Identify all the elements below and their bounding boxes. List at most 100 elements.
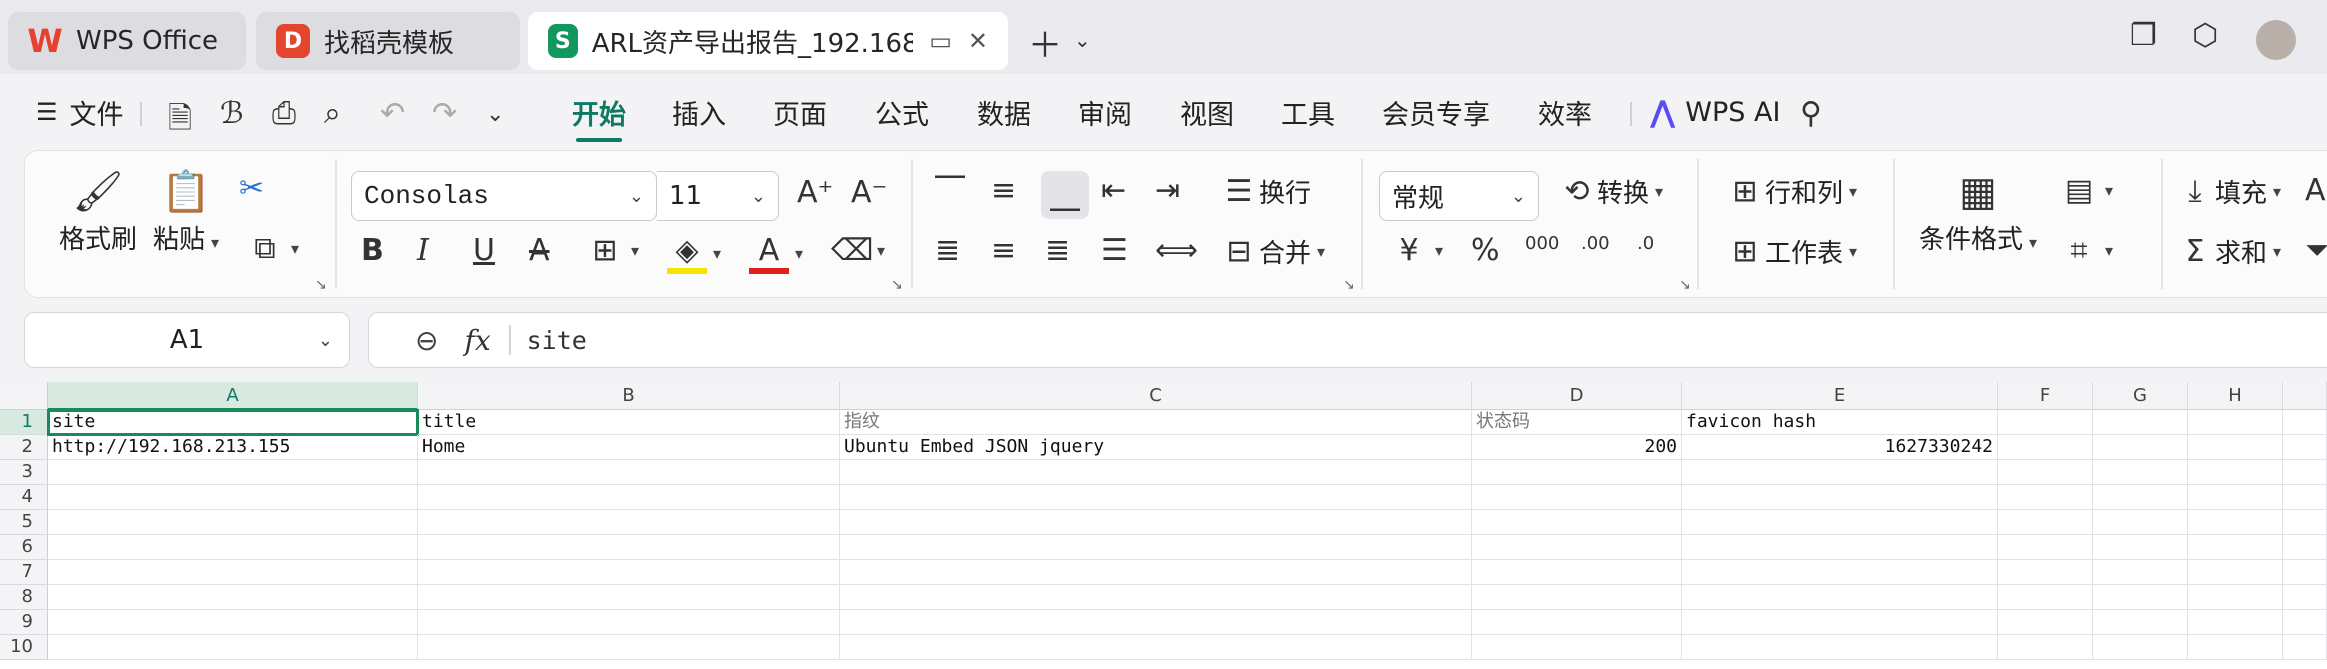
cell-c2[interactable]: Ubuntu Embed JSON jquery <box>840 435 1472 460</box>
tab-page[interactable]: 页面 <box>773 90 827 134</box>
sort-icon[interactable]: A <box>2305 173 2327 208</box>
empty-cell[interactable] <box>1682 585 1998 610</box>
zoom-formula-icon[interactable]: ⊖ <box>415 324 438 357</box>
avatar[interactable] <box>2256 20 2296 60</box>
empty-cell[interactable] <box>840 610 1472 635</box>
empty-cell[interactable] <box>48 585 418 610</box>
cell-style-button[interactable]: ▤ ▾ <box>2059 173 2113 208</box>
empty-cell[interactable] <box>48 560 418 585</box>
empty-cell[interactable] <box>2283 610 2327 635</box>
empty-cell[interactable] <box>1998 410 2093 435</box>
empty-cell[interactable] <box>1998 535 2093 560</box>
column-header-g[interactable]: G <box>2093 382 2188 410</box>
justify-icon[interactable]: ☰ <box>1101 233 1141 268</box>
column-header-e[interactable]: E <box>1682 382 1998 410</box>
new-tab-icon[interactable]: ＋ <box>1028 18 1062 67</box>
empty-cell[interactable] <box>840 510 1472 535</box>
font-name-select[interactable]: Consolas ⌄ <box>351 171 657 221</box>
decrease-decimal-icon[interactable]: .0 <box>1637 233 1677 254</box>
redo-icon[interactable]: ↷ <box>432 96 457 131</box>
strikethrough-icon[interactable]: A <box>529 233 569 268</box>
name-box[interactable]: A1 ⌄ <box>24 312 350 368</box>
percent-icon[interactable]: % <box>1471 233 1511 268</box>
cell-b1[interactable]: title <box>418 410 840 435</box>
empty-cell[interactable] <box>1998 610 2093 635</box>
cell-c1[interactable]: 指纹 <box>840 410 1472 435</box>
search-icon[interactable]: ⚲ <box>1800 96 1822 131</box>
empty-cell[interactable] <box>840 485 1472 510</box>
empty-cell[interactable] <box>1998 435 2093 460</box>
empty-cell[interactable] <box>1472 535 1682 560</box>
border-button[interactable]: ⊞ ▾ <box>585 233 639 268</box>
tab-efficiency[interactable]: 效率 <box>1538 90 1592 134</box>
cell-b2[interactable]: Home <box>418 435 840 460</box>
row-header-8[interactable]: 8 <box>0 585 48 610</box>
column-header-f[interactable]: F <box>1998 382 2093 410</box>
bold-icon[interactable]: B <box>361 233 401 268</box>
format-painter-button[interactable]: 🖌 格式刷 <box>59 165 137 256</box>
tab-insert[interactable]: 插入 <box>672 90 726 134</box>
clear-button[interactable]: ⌫ ▾ <box>831 233 885 268</box>
align-top-icon[interactable]: ⎺ <box>935 173 975 208</box>
empty-cell[interactable] <box>840 585 1472 610</box>
distribute-icon[interactable]: ⟺ <box>1155 233 1198 268</box>
crop-button[interactable]: ⌗ ▾ <box>2059 233 2113 268</box>
empty-cell[interactable] <box>48 635 418 660</box>
empty-cell[interactable] <box>1682 635 1998 660</box>
empty-cell[interactable] <box>2283 585 2327 610</box>
empty-cell[interactable] <box>2283 435 2327 460</box>
empty-cell[interactable] <box>418 460 840 485</box>
empty-cell[interactable] <box>840 460 1472 485</box>
empty-cell[interactable] <box>1682 610 1998 635</box>
empty-cell[interactable] <box>1472 510 1682 535</box>
tab-view[interactable]: 视图 <box>1180 90 1234 134</box>
row-header-3[interactable]: 3 <box>0 460 48 485</box>
empty-cell[interactable] <box>1682 510 1998 535</box>
empty-cell[interactable] <box>2188 510 2283 535</box>
empty-cell[interactable] <box>2093 635 2188 660</box>
cube-icon[interactable]: ⬡ <box>2192 18 2218 53</box>
tab-member[interactable]: 会员专享 <box>1382 90 1490 134</box>
empty-cell[interactable] <box>1682 535 1998 560</box>
column-header-c[interactable]: C <box>840 382 1472 410</box>
empty-cell[interactable] <box>48 485 418 510</box>
empty-cell[interactable] <box>1472 485 1682 510</box>
empty-cell[interactable] <box>2188 585 2283 610</box>
tab-wps-office[interactable]: W WPS Office <box>8 12 246 70</box>
align-right-icon[interactable]: ≣ <box>1045 233 1085 268</box>
worksheet-button[interactable]: ⊞ 工作表 ▾ <box>1725 233 1857 270</box>
cell-d1[interactable]: 状态码 <box>1472 410 1682 435</box>
row-header-2[interactable]: 2 <box>0 435 48 460</box>
cell-a1[interactable]: site <box>47 409 419 436</box>
empty-cell[interactable] <box>2093 435 2188 460</box>
increase-font-icon[interactable]: A⁺ <box>797 175 837 210</box>
font-size-select[interactable]: 11 ⌄ <box>657 171 779 221</box>
column-header-a[interactable]: A <box>48 382 418 410</box>
empty-cell[interactable] <box>2093 510 2188 535</box>
merge-button[interactable]: ⊟ 合并 ▾ <box>1219 233 1325 270</box>
tab-start[interactable]: 开始 <box>572 90 626 142</box>
tab-review[interactable]: 审阅 <box>1078 90 1132 134</box>
row-header-9[interactable]: 9 <box>0 610 48 635</box>
align-middle-icon[interactable]: ≡ <box>991 173 1031 208</box>
dialog-launcher-icon[interactable]: ↘ <box>315 277 327 293</box>
empty-cell[interactable] <box>2283 635 2327 660</box>
empty-cell[interactable] <box>1998 510 2093 535</box>
close-icon[interactable]: ✕ <box>968 27 988 55</box>
sum-button[interactable]: Σ 求和 ▾ <box>2175 233 2282 270</box>
cell-e2[interactable]: 1627330242 <box>1682 435 1998 460</box>
align-bottom-icon[interactable]: ⎽ <box>1041 171 1089 219</box>
conditional-format-button[interactable]: ▦ 条件格式 ▾ <box>1919 165 2037 256</box>
row-header-6[interactable]: 6 <box>0 535 48 560</box>
empty-cell[interactable] <box>2093 610 2188 635</box>
column-header-h[interactable]: H <box>2188 382 2283 410</box>
empty-cell[interactable] <box>1682 460 1998 485</box>
formula-bar[interactable]: ⊖ fx site <box>368 312 2327 368</box>
font-color-button[interactable]: A ▾ <box>749 233 803 274</box>
empty-cell[interactable] <box>2093 460 2188 485</box>
empty-cell[interactable] <box>1998 560 2093 585</box>
decrease-font-icon[interactable]: A⁻ <box>851 175 891 210</box>
tab-data[interactable]: 数据 <box>977 90 1031 134</box>
increase-decimal-icon[interactable]: .00 <box>1581 233 1621 254</box>
empty-cell[interactable] <box>418 510 840 535</box>
